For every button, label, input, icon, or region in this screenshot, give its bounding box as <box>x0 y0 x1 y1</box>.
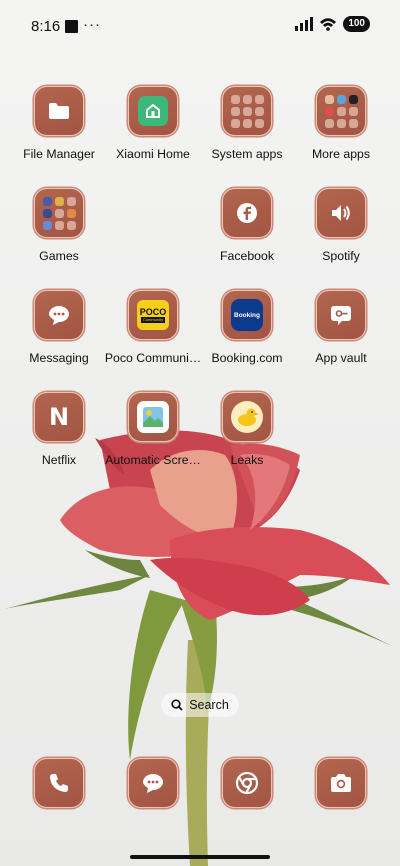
chat-bubble-icon <box>34 290 84 340</box>
app-leaks[interactable]: Leaks <box>199 392 295 467</box>
recording-icon <box>65 20 78 33</box>
app-label: Netflix <box>41 453 77 467</box>
dock-chrome[interactable] <box>199 758 295 808</box>
app-label: Booking.com <box>211 351 283 365</box>
app-label: Games <box>39 249 79 263</box>
app-xiaomi-home[interactable]: Xiaomi Home <box>105 86 201 161</box>
wifi-icon <box>320 18 337 31</box>
status-indicators: 100 <box>295 16 370 32</box>
dock-camera[interactable] <box>293 758 389 808</box>
app-poco-community[interactable]: POCO Community Poco Communi… <box>105 290 201 365</box>
dock-phone[interactable] <box>11 758 107 808</box>
folder-icon <box>34 86 84 136</box>
folder-games[interactable]: Games <box>11 188 107 263</box>
gesture-nav-handle[interactable] <box>130 855 270 859</box>
status-time: 8:16 <box>31 18 61 35</box>
app-label: Xiaomi Home <box>116 147 190 161</box>
folder-grid-icon <box>222 86 272 136</box>
app-messaging[interactable]: Messaging <box>11 290 107 365</box>
app-booking[interactable]: Booking Booking.com <box>199 290 295 365</box>
folder-system-apps[interactable]: System apps <box>199 86 295 161</box>
xiaomi-home-icon <box>128 86 178 136</box>
dock-messages[interactable] <box>105 758 201 808</box>
poco-icon: POCO Community <box>128 290 178 340</box>
poco-subtext: Community <box>140 317 166 323</box>
folder-grid-icon <box>316 86 366 136</box>
app-app-vault[interactable]: App vault <box>293 290 389 365</box>
search-label: Search <box>189 698 229 712</box>
more-notifications-icon: ··· <box>83 16 101 33</box>
booking-icon: Booking <box>222 290 272 340</box>
chat-bubble-icon <box>128 758 178 808</box>
search-icon <box>171 699 183 711</box>
app-label: App vault <box>315 351 367 365</box>
app-label: Automatic Scre… <box>105 453 201 467</box>
vault-icon <box>316 290 366 340</box>
app-facebook[interactable]: Facebook <box>199 188 295 263</box>
booking-wordmark: Booking <box>234 311 260 319</box>
app-label: Facebook <box>219 249 274 263</box>
app-label: More apps <box>311 147 371 161</box>
gallery-icon <box>128 392 178 442</box>
app-file-manager[interactable]: File Manager <box>11 86 107 161</box>
duck-icon <box>222 392 272 442</box>
signal-icon <box>295 17 314 31</box>
netflix-letter: N <box>48 403 70 431</box>
netflix-icon: N <box>34 392 84 442</box>
app-label: Poco Communi… <box>104 351 202 365</box>
facebook-icon <box>222 188 272 238</box>
battery-badge: 100 <box>343 16 370 32</box>
search-pill[interactable]: Search <box>161 693 239 717</box>
poco-wordmark: POCO <box>139 307 167 317</box>
app-label: Spotify <box>322 249 360 263</box>
app-label: Leaks <box>230 453 264 467</box>
status-bar: 8:16 ··· 100 <box>0 0 400 54</box>
phone-icon <box>34 758 84 808</box>
app-netflix[interactable]: N Netflix <box>11 392 107 467</box>
chrome-icon <box>222 758 272 808</box>
app-label: File Manager <box>23 147 95 161</box>
app-automatic-screen[interactable]: Automatic Scre… <box>105 392 201 467</box>
app-label: Messaging <box>29 351 89 365</box>
app-label: System apps <box>211 147 283 161</box>
speaker-icon <box>316 188 366 238</box>
folder-more-apps[interactable]: More apps <box>293 86 389 161</box>
folder-grid-icon <box>34 188 84 238</box>
camera-icon <box>316 758 366 808</box>
app-spotify[interactable]: Spotify <box>293 188 389 263</box>
